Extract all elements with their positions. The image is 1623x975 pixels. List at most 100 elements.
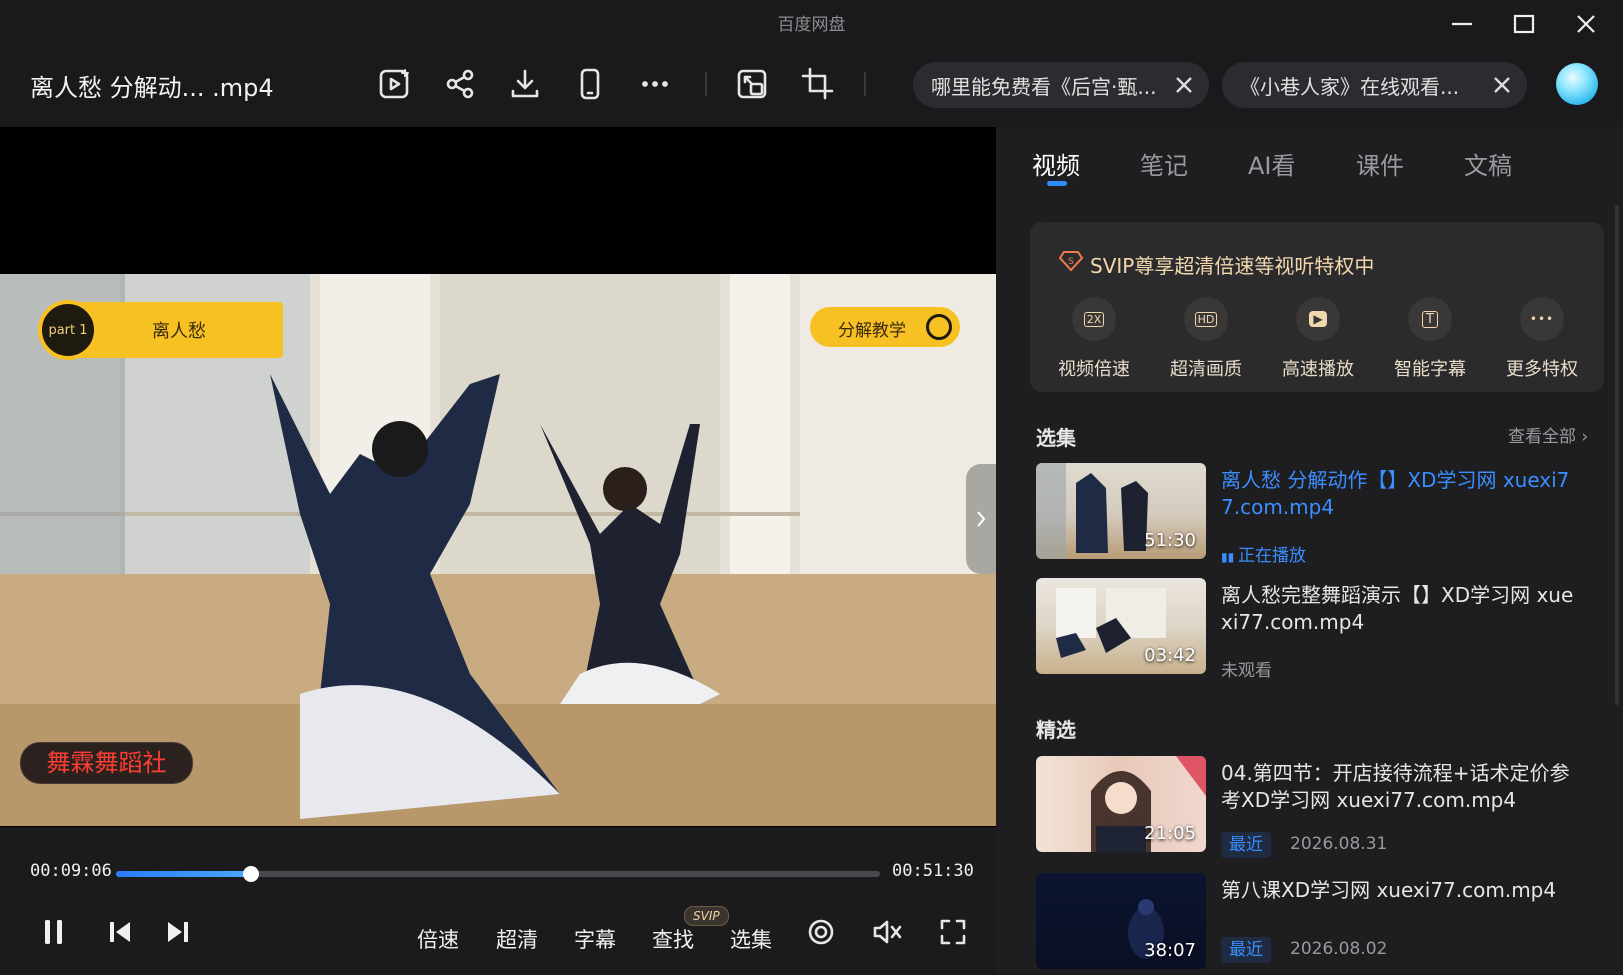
episode-duration: 51:30	[1144, 530, 1196, 551]
episode-item[interactable]: 51:30 离人愁 分解动作【】XD学习网 xuexi77.com.mp4 ▮▮…	[1036, 463, 1606, 566]
perk-fast-play[interactable]: ▶ 高速播放	[1268, 297, 1368, 381]
more-perks-icon: •••	[1520, 297, 1564, 341]
tab-courseware[interactable]: 课件	[1356, 146, 1404, 181]
ring-icon	[926, 314, 952, 340]
speed-button[interactable]: 倍速	[417, 924, 459, 954]
featured-tag: 最近	[1221, 937, 1271, 963]
open-tab-label: 《小巷人家》在线观看...	[1240, 74, 1460, 99]
share-button[interactable]	[440, 64, 480, 104]
record-icon	[808, 919, 834, 945]
crop-icon	[801, 67, 834, 100]
fast-play-icon: ▶	[1296, 297, 1340, 341]
progress-fill	[116, 871, 251, 877]
window-title: 百度网盘	[777, 15, 846, 35]
screen-cast-button[interactable]	[733, 64, 773, 104]
more-icon	[642, 81, 668, 87]
perk-hd[interactable]: HD 超清画质	[1156, 297, 1256, 381]
panel-scrollbar[interactable]	[1615, 205, 1619, 705]
perk-speed[interactable]: 2X 视频倍速	[1044, 297, 1144, 381]
file-title: 离人愁 分解动... .mp4	[30, 74, 274, 102]
episode-title: 离人愁 分解动作【】XD学习网 xuexi77.com.mp4	[1221, 468, 1570, 519]
part-badge: part 1	[38, 300, 98, 360]
perk-label: 高速播放	[1282, 359, 1354, 380]
close-tab-button[interactable]	[1173, 74, 1195, 96]
skip-previous-icon	[110, 922, 130, 942]
more-button[interactable]	[635, 64, 675, 104]
overlay-tutorial: 分解教学	[838, 321, 906, 341]
close-tab-button[interactable]	[1491, 74, 1513, 96]
download-icon	[511, 69, 539, 98]
featured-item[interactable]: 21:05 04.第四节：开店接待流程+话术定价参考XD学习网 xuexi77.…	[1036, 756, 1606, 858]
featured-duration: 21:05	[1144, 823, 1196, 844]
smart-subtitle-icon: T	[1408, 297, 1452, 341]
playing-bars-icon: ▮▮	[1221, 550, 1239, 564]
open-tab-label: 哪里能免费看《后宫·甄...	[931, 74, 1157, 99]
progress-knob[interactable]	[242, 866, 259, 882]
close-icon	[1176, 77, 1192, 93]
episode-title: 离人愁完整舞蹈演示【】XD学习网 xuexi77.com.mp4	[1221, 583, 1574, 634]
maximize-button[interactable]	[1502, 8, 1546, 40]
featured-item[interactable]: 38:07 第八课XD学习网 xuexi77.com.mp4 最近 2026.0…	[1036, 873, 1606, 973]
hd-icon: HD	[1184, 297, 1228, 341]
play-add-icon	[379, 69, 409, 99]
open-tab-2[interactable]: 《小巷人家》在线观看...	[1222, 62, 1527, 108]
perk-label: 智能字幕	[1394, 359, 1466, 380]
avatar[interactable]	[1556, 63, 1598, 105]
tab-ai-watch[interactable]: AI看	[1248, 146, 1296, 181]
previous-button[interactable]	[100, 912, 140, 952]
featured-date: 2026.08.31	[1290, 834, 1388, 854]
quality-button[interactable]: 超清	[496, 924, 538, 954]
tab-video[interactable]: 视频	[1032, 146, 1080, 181]
play-add-button[interactable]	[375, 64, 415, 104]
close-icon	[1494, 77, 1510, 93]
search-button[interactable]: 查找	[652, 924, 694, 954]
perk-more[interactable]: ••• 更多特权	[1492, 297, 1592, 381]
subtitle-button[interactable]: 字幕	[574, 924, 616, 954]
perk-smart-subtitle[interactable]: T 智能字幕	[1380, 297, 1480, 381]
featured-date: 2026.08.02	[1290, 939, 1388, 959]
mute-button[interactable]	[867, 912, 907, 952]
close-icon	[1577, 15, 1595, 33]
featured-duration: 38:07	[1144, 940, 1196, 961]
chevron-right-icon	[977, 511, 986, 527]
minimize-button[interactable]	[1440, 8, 1484, 40]
episode-status-label: 正在播放	[1238, 546, 1307, 566]
view-all-link[interactable]: 查看全部 ›	[1508, 422, 1588, 447]
close-window-button[interactable]	[1564, 8, 1608, 40]
tab-notes[interactable]: 笔记	[1140, 146, 1188, 181]
progress-bar[interactable]	[116, 866, 880, 882]
record-button[interactable]	[801, 912, 841, 952]
panel-toggle-button[interactable]	[966, 464, 996, 574]
tab-transcript[interactable]: 文稿	[1464, 146, 1512, 181]
fullscreen-icon	[940, 919, 966, 945]
svip-title: SVIP尊享超清倍速等视听特权中	[1090, 254, 1375, 278]
featured-section-title: 精选	[1036, 718, 1076, 742]
download-button[interactable]	[505, 64, 545, 104]
episode-item[interactable]: 03:42 离人愁完整舞蹈演示【】XD学习网 xuexi77.com.mp4 未…	[1036, 578, 1606, 681]
current-time: 00:09:06	[30, 861, 112, 881]
featured-thumbnail: 38:07	[1036, 873, 1206, 969]
view-all-label: 查看全部	[1508, 427, 1576, 447]
episode-status: 未观看	[1221, 661, 1272, 681]
next-button[interactable]	[158, 912, 198, 952]
episodes-button[interactable]: 选集	[730, 924, 772, 954]
pause-button[interactable]	[34, 912, 74, 952]
perk-label: 超清画质	[1170, 359, 1242, 380]
episodes-section-title: 选集	[1036, 426, 1076, 450]
episode-thumbnail: 51:30	[1036, 463, 1206, 559]
active-tab-indicator	[1047, 181, 1067, 186]
phone-button[interactable]	[570, 64, 610, 104]
video-frame[interactable]: part 1 离人愁 分解教学 舞霖舞蹈社	[0, 274, 996, 826]
overlay-title: 离人愁	[152, 321, 206, 342]
crop-button[interactable]	[798, 64, 838, 104]
featured-title: 第八课XD学习网 xuexi77.com.mp4	[1221, 878, 1557, 902]
fullscreen-button[interactable]	[933, 912, 973, 952]
watermark: 舞霖舞蹈社	[20, 742, 193, 784]
open-tab-1[interactable]: 哪里能免费看《后宫·甄...	[913, 62, 1209, 108]
volume-mute-icon	[873, 920, 902, 944]
featured-thumbnail: 21:05	[1036, 756, 1206, 852]
share-icon	[446, 69, 474, 99]
toolbar-divider	[705, 72, 707, 96]
skip-next-icon	[168, 922, 188, 942]
toolbar-divider	[864, 72, 866, 96]
